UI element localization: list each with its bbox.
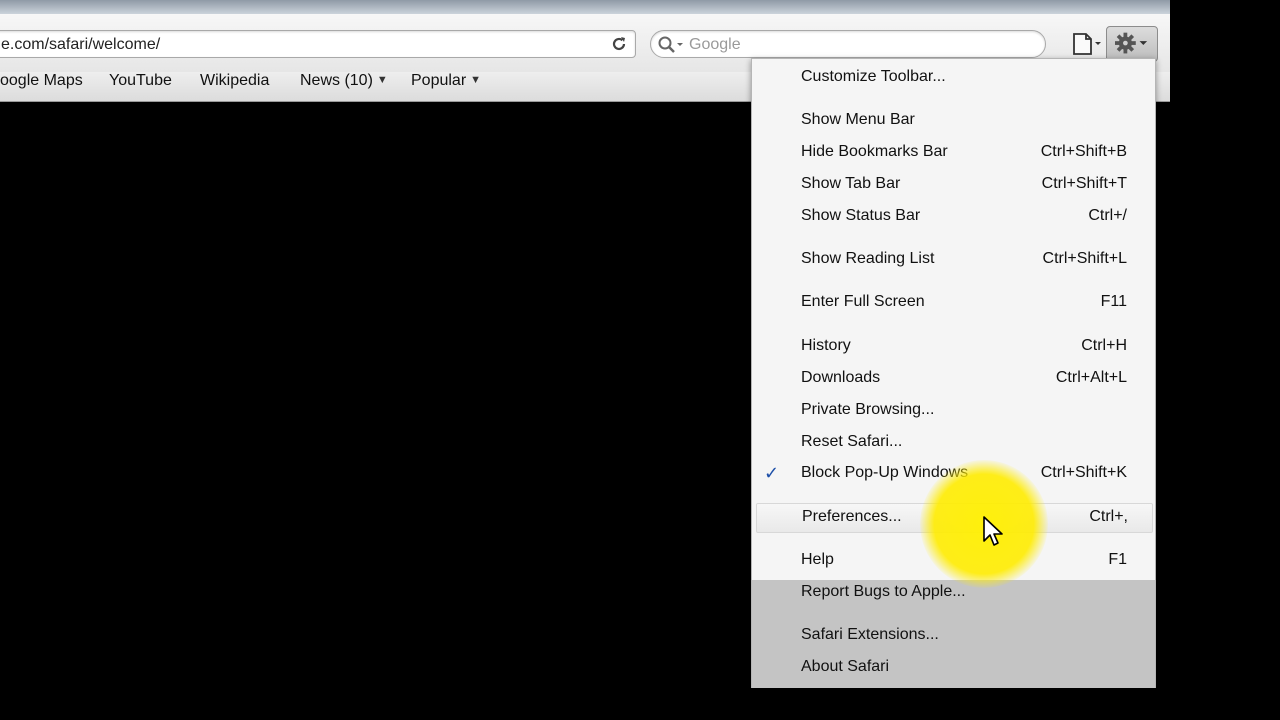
bookmark-popular-label: Popular xyxy=(411,72,467,89)
menu-item-show-menu-bar[interactable]: Show Menu Bar xyxy=(752,107,1155,137)
reload-icon[interactable] xyxy=(609,34,629,54)
gear-icon xyxy=(1115,32,1148,54)
menu-item-show-tab-bar[interactable]: Show Tab Bar Ctrl+Shift+T xyxy=(752,171,1155,201)
menu-item-label: Block Pop-Up Windows xyxy=(801,464,969,481)
window-frame-top xyxy=(0,0,1280,14)
checkmark-icon: ✓ xyxy=(764,463,780,483)
menu-item-label: Customize Toolbar... xyxy=(801,68,946,85)
menu-item-label: Hide Bookmarks Bar xyxy=(801,143,948,160)
search-icon[interactable] xyxy=(657,35,685,55)
bookmark-popular[interactable]: Popular ▼ xyxy=(411,72,481,90)
menu-item-label: Show Status Bar xyxy=(801,207,921,224)
menu-item-shortcut: Ctrl+H xyxy=(1081,337,1127,354)
bookmark-google-maps[interactable]: oogle Maps xyxy=(0,72,83,90)
menu-item-shortcut: Ctrl+Shift+T xyxy=(1041,175,1127,192)
bookmark-youtube[interactable]: YouTube xyxy=(109,72,172,90)
window-frame-right xyxy=(1170,0,1280,720)
menu-item-hide-bookmarks-bar[interactable]: Hide Bookmarks Bar Ctrl+Shift+B xyxy=(752,139,1155,169)
menu-item-label: Safari Extensions... xyxy=(801,626,939,643)
settings-menu: Customize Toolbar... Show Menu Bar Hide … xyxy=(751,58,1156,688)
dropdown-triangle-icon: ▼ xyxy=(376,74,388,86)
settings-button[interactable] xyxy=(1106,26,1158,62)
menu-item-report-bugs[interactable]: Report Bugs to Apple... xyxy=(752,579,1155,609)
menu-item-label: History xyxy=(801,337,851,354)
page-menu-icon[interactable] xyxy=(1066,28,1106,60)
menu-item-shortcut: Ctrl+Alt+L xyxy=(1055,369,1127,386)
bookmark-news[interactable]: News (10) ▼ xyxy=(300,72,388,90)
menu-item-label: Help xyxy=(801,551,834,568)
menu-item-shortcut: Ctrl+, xyxy=(1089,508,1128,525)
bookmark-wikipedia[interactable]: Wikipedia xyxy=(200,72,269,90)
menu-item-preferences[interactable]: Preferences... Ctrl+, xyxy=(756,503,1153,533)
menu-item-show-reading-list[interactable]: Show Reading List Ctrl+Shift+L xyxy=(752,246,1155,276)
menu-item-help[interactable]: Help F1 xyxy=(752,547,1155,577)
menu-item-label: Enter Full Screen xyxy=(801,293,925,310)
menu-item-shortcut: Ctrl+Shift+L xyxy=(1042,250,1127,267)
menu-item-shortcut: F1 xyxy=(1108,551,1127,568)
address-bar[interactable]: e.com/safari/welcome/ xyxy=(0,30,636,58)
menu-item-about-safari[interactable]: About Safari xyxy=(752,654,1155,684)
search-field[interactable]: Google xyxy=(650,30,1046,58)
menu-item-customize-toolbar[interactable]: Customize Toolbar... xyxy=(752,64,1155,94)
menu-item-label: Private Browsing... xyxy=(801,401,935,418)
dropdown-triangle-icon: ▼ xyxy=(470,74,482,86)
menu-item-shortcut: Ctrl+/ xyxy=(1088,207,1127,224)
menu-item-label: Show Tab Bar xyxy=(801,175,901,192)
menu-item-show-status-bar[interactable]: Show Status Bar Ctrl+/ xyxy=(752,203,1155,233)
menu-item-label: About Safari xyxy=(801,658,890,675)
menu-item-label: Show Menu Bar xyxy=(801,111,915,128)
menu-item-shortcut: Ctrl+Shift+K xyxy=(1040,464,1127,481)
menu-item-block-popups[interactable]: ✓ Block Pop-Up Windows Ctrl+Shift+K xyxy=(752,460,1155,490)
bookmark-news-label: News (10) xyxy=(300,72,373,89)
menu-item-enter-full-screen[interactable]: Enter Full Screen F11 xyxy=(752,289,1155,319)
menu-item-history[interactable]: History Ctrl+H xyxy=(752,333,1155,363)
address-url[interactable]: e.com/safari/welcome/ xyxy=(1,36,160,54)
menu-item-label: Report Bugs to Apple... xyxy=(801,583,966,600)
menu-item-label: Show Reading List xyxy=(801,250,935,267)
menu-item-label: Reset Safari... xyxy=(801,433,903,450)
search-placeholder: Google xyxy=(689,36,741,53)
menu-item-label: Preferences... xyxy=(802,508,902,525)
menu-item-label: Downloads xyxy=(801,369,881,386)
menu-item-reset-safari[interactable]: Reset Safari... xyxy=(752,429,1155,459)
menu-item-private-browsing[interactable]: Private Browsing... xyxy=(752,397,1155,427)
menu-item-safari-extensions[interactable]: Safari Extensions... xyxy=(752,622,1155,652)
menu-item-shortcut: Ctrl+Shift+B xyxy=(1040,143,1127,160)
menu-item-downloads[interactable]: Downloads Ctrl+Alt+L xyxy=(752,365,1155,395)
menu-item-shortcut: F11 xyxy=(1100,293,1127,310)
